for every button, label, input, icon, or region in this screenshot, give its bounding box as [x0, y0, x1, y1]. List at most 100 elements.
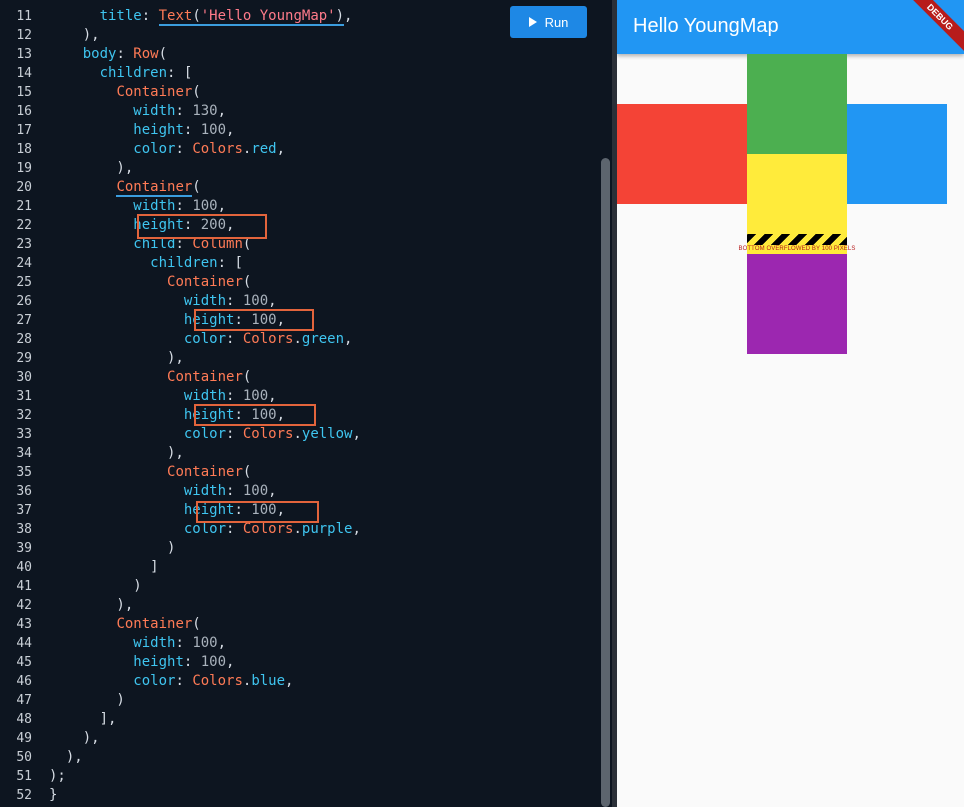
code-token: :	[226, 521, 243, 537]
code-token: ,	[268, 293, 277, 309]
line-code: ]	[49, 558, 159, 577]
highlight-height-100-yellow	[194, 404, 316, 426]
line-number: 20	[16, 180, 32, 195]
line-code: color: Colors.green,	[49, 330, 353, 349]
code-token: ,	[217, 103, 227, 119]
code-token: width	[133, 103, 176, 119]
code-token: (	[242, 274, 252, 290]
code-token: :	[226, 331, 243, 347]
green-container	[747, 54, 847, 154]
line-code: ),	[49, 159, 133, 178]
code-token: Colors	[242, 426, 294, 442]
run-button[interactable]: Run	[510, 6, 587, 38]
code-token: ]	[49, 559, 159, 575]
code-token: : [	[167, 65, 193, 81]
code-token: width	[133, 635, 176, 651]
code-token: Container	[116, 616, 193, 632]
code-token: (	[192, 84, 201, 100]
line-code: );	[49, 767, 66, 786]
overflow-warning-text: BOTTOM OVERFLOWED BY 100 PIXELS	[738, 246, 856, 252]
code-token: :	[183, 654, 201, 670]
line-code: ),	[49, 596, 133, 615]
line-code: ],	[49, 710, 117, 729]
code-token: ),	[49, 730, 100, 746]
code-token: ,	[226, 122, 235, 138]
code-token: .	[293, 426, 302, 442]
code-token: )	[335, 8, 345, 26]
line-number: 46	[16, 674, 32, 689]
red-container	[617, 104, 747, 204]
line-number: 52	[16, 788, 32, 803]
code-token: (	[192, 616, 201, 632]
code-token: (	[242, 369, 252, 385]
line-number: 23	[16, 237, 32, 252]
line-code: ),	[49, 748, 83, 767]
code-token: Container	[167, 464, 243, 480]
code-token: blue	[251, 673, 286, 689]
code-token: ,	[344, 8, 353, 24]
code-token: height	[133, 122, 184, 138]
line-code: color: Colors.red,	[49, 140, 285, 159]
code-token: )	[49, 540, 176, 556]
highlight-height-200	[137, 214, 267, 239]
overflow-warning-stripe	[747, 234, 847, 245]
code-token: Row	[133, 46, 159, 62]
line-code: title: Text('Hello YoungMap'),	[49, 7, 352, 26]
code-token: ,	[285, 673, 294, 689]
line-number: 27	[16, 313, 32, 328]
line-code: )	[49, 577, 142, 596]
code-token: :	[175, 141, 193, 157]
line-code: ),	[49, 349, 184, 368]
code-token: green	[301, 331, 345, 347]
code-token: ),	[49, 350, 184, 366]
line-code: height: 100,	[49, 121, 234, 140]
line-number: 35	[16, 465, 32, 480]
app-preview: Hello YoungMap DEBUG BOTTOM OVERFLOWED B…	[617, 0, 964, 807]
code-token: ,	[217, 198, 227, 214]
code-editor[interactable]: 11 title: Text('Hello YoungMap'), 12 ), 13…	[0, 0, 612, 807]
code-token: }	[49, 787, 58, 803]
code-token: :	[175, 673, 193, 689]
line-number: 38	[16, 522, 32, 537]
line-code: body: Row(	[49, 45, 167, 64]
code-token: ),	[49, 445, 184, 461]
purple-container	[747, 254, 847, 354]
scrollbar-thumb[interactable]	[601, 158, 610, 807]
line-number: 14	[16, 66, 32, 81]
code-token: width	[183, 293, 227, 309]
code-token: color	[133, 673, 176, 689]
line-code: }	[49, 786, 57, 805]
code-token: :	[175, 198, 193, 214]
code-token: )	[49, 578, 142, 594]
line-number: 40	[16, 560, 32, 575]
code-token: ,	[226, 654, 235, 670]
line-code: children: [	[49, 254, 243, 273]
line-code: width: 100,	[49, 634, 226, 653]
code-token: ),	[49, 160, 134, 176]
line-number: 42	[16, 598, 32, 613]
run-label: Run	[544, 14, 569, 30]
code-token: 'Hello YoungMap'	[200, 8, 336, 26]
code-token: :	[226, 388, 243, 404]
line-number: 25	[16, 275, 32, 290]
app-bar: Hello YoungMap	[617, 0, 964, 54]
line-number: 49	[16, 731, 32, 746]
line-number: 12	[16, 28, 32, 43]
line-code: )	[49, 539, 175, 558]
